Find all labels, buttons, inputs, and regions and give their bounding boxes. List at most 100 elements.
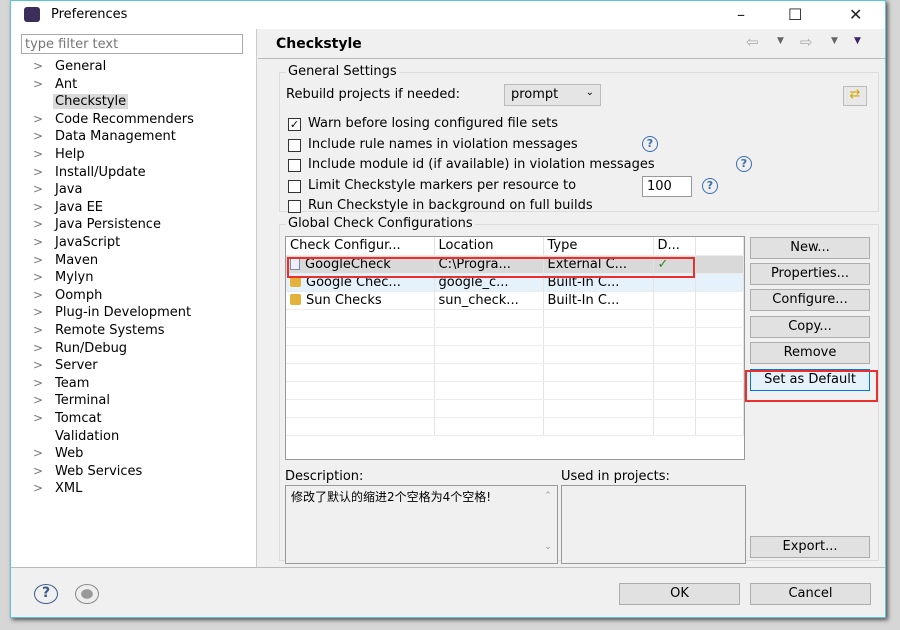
tree-item-help[interactable]: > Help xyxy=(11,147,251,164)
tree-item-xml[interactable]: > XML xyxy=(11,481,251,498)
tree-item-web[interactable]: > Web xyxy=(11,446,251,463)
cell-type: Built-In C... xyxy=(543,291,654,310)
chevron-right-icon[interactable]: > xyxy=(33,288,43,302)
option-label[interactable]: Include rule names in violation messages xyxy=(308,137,578,152)
configure-button[interactable]: Configure... xyxy=(750,289,870,311)
chevron-right-icon[interactable]: > xyxy=(33,165,43,179)
chevron-right-icon[interactable]: > xyxy=(33,77,43,91)
chevron-right-icon[interactable]: > xyxy=(33,464,43,478)
minimize-button[interactable]: – xyxy=(737,5,745,24)
tree-item-label: Oomph xyxy=(55,287,103,303)
chevron-right-icon[interactable]: > xyxy=(33,323,43,337)
description-box[interactable]: 修改了默认的缩进2个空格为4个空格! ⌃ ⌄ xyxy=(285,485,558,564)
option-checkbox[interactable] xyxy=(288,138,301,152)
tree-item-team[interactable]: > Team xyxy=(11,376,251,393)
tree-item-code-recommenders[interactable]: > Code Recommenders xyxy=(11,112,251,129)
option-label[interactable]: Include module id (if available) in viol… xyxy=(308,157,655,172)
help-icon[interactable]: ? xyxy=(34,584,58,604)
back-arrow-icon[interactable]: ⇦ xyxy=(746,33,759,51)
tree-item-ant[interactable]: > Ant xyxy=(11,77,251,94)
tree-item-oomph[interactable]: > Oomph xyxy=(11,288,251,305)
chevron-right-icon[interactable]: > xyxy=(33,182,43,196)
chevron-right-icon[interactable]: > xyxy=(33,59,43,73)
tree-item-install-update[interactable]: > Install/Update xyxy=(11,165,251,182)
tree-item-java-ee[interactable]: > Java EE xyxy=(11,200,251,217)
limit-markers-input[interactable] xyxy=(642,176,692,197)
chevron-right-icon[interactable]: > xyxy=(33,393,43,407)
tree-item-maven[interactable]: > Maven xyxy=(11,253,251,270)
option-label[interactable]: Run Checkstyle in background on full bui… xyxy=(308,198,593,213)
column-header[interactable]: Type xyxy=(543,237,654,256)
chevron-right-icon[interactable]: > xyxy=(33,200,43,214)
chevron-right-icon[interactable]: > xyxy=(33,217,43,231)
tree-item-checkstyle[interactable]: Checkstyle xyxy=(11,94,251,111)
scrollbar[interactable]: ⌃ ⌄ xyxy=(541,488,555,561)
chevron-right-icon[interactable]: > xyxy=(33,358,43,372)
view-menu-icon[interactable]: ▼ xyxy=(854,36,861,46)
forward-dropdown-icon[interactable]: ▼ xyxy=(831,36,838,46)
properties-button[interactable]: Properties... xyxy=(750,263,870,285)
tree-item-tomcat[interactable]: > Tomcat xyxy=(11,411,251,428)
chevron-right-icon[interactable]: > xyxy=(33,481,43,495)
tree-item-web-services[interactable]: > Web Services xyxy=(11,464,251,481)
ok-button[interactable]: OK xyxy=(619,583,740,605)
help-icon-module-id[interactable]: ? xyxy=(736,156,752,172)
column-header[interactable]: Location xyxy=(434,237,544,256)
help-icon-rule-names[interactable]: ? xyxy=(642,136,658,152)
remove-button[interactable]: Remove xyxy=(750,342,870,364)
tree-item-label: Help xyxy=(55,147,85,162)
selected-row-highlight xyxy=(287,257,695,278)
export-button[interactable]: Export... xyxy=(750,536,870,558)
tree-item-server[interactable]: > Server xyxy=(11,358,251,375)
new-button[interactable]: New... xyxy=(750,237,870,259)
forward-arrow-icon[interactable]: ⇨ xyxy=(800,33,813,51)
option-checkbox[interactable]: ✓ xyxy=(288,118,301,131)
option-checkbox[interactable] xyxy=(288,179,301,193)
config-table[interactable]: Check Configur... Location Type D... Google… xyxy=(285,236,745,460)
tree-item-terminal[interactable]: > Terminal xyxy=(11,393,251,410)
option-checkbox[interactable] xyxy=(288,159,301,172)
chevron-right-icon[interactable]: > xyxy=(33,235,43,249)
cell-filler xyxy=(695,291,744,310)
chevron-right-icon[interactable]: > xyxy=(33,253,43,267)
option-checkbox[interactable] xyxy=(288,200,301,213)
help-icon-limit[interactable]: ? xyxy=(702,178,718,194)
cancel-button[interactable]: Cancel xyxy=(750,583,871,605)
tree-item-validation[interactable]: Validation xyxy=(11,429,251,446)
record-icon[interactable] xyxy=(75,584,99,604)
chevron-right-icon[interactable]: > xyxy=(33,270,43,284)
option-label[interactable]: Warn before losing configured file sets xyxy=(308,116,558,131)
tree-item-data-management[interactable]: > Data Management xyxy=(11,129,251,146)
tree-item-plug-in-development[interactable]: > Plug-in Development xyxy=(11,305,251,322)
tree-item-general[interactable]: > General xyxy=(11,59,251,76)
window-title: Preferences xyxy=(51,7,128,22)
tree-item-java[interactable]: > Java xyxy=(11,182,251,199)
chevron-right-icon[interactable]: > xyxy=(33,129,43,143)
chevron-right-icon[interactable]: > xyxy=(33,112,43,126)
tree-item-java-persistence[interactable]: > Java Persistence xyxy=(11,217,251,234)
tree-item-mylyn[interactable]: > Mylyn xyxy=(11,270,251,287)
chevron-right-icon[interactable]: > xyxy=(33,446,43,460)
back-dropdown-icon[interactable]: ▼ xyxy=(777,36,784,46)
table-row[interactable]: Sun Checks sun_check... Built-In C... xyxy=(286,291,744,310)
column-header[interactable]: D... xyxy=(653,237,696,256)
tree-item-run-debug[interactable]: > Run/Debug xyxy=(11,341,251,358)
refresh-icon[interactable]: ⇄ xyxy=(843,86,867,106)
maximize-button[interactable]: ☐ xyxy=(788,5,802,24)
chevron-right-icon[interactable]: > xyxy=(33,411,43,425)
tree-item-label: Ant xyxy=(55,76,78,92)
chevron-right-icon[interactable]: > xyxy=(33,376,43,390)
option-label[interactable]: Limit Checkstyle markers per resource to xyxy=(308,178,576,193)
chevron-right-icon[interactable]: > xyxy=(33,341,43,355)
tree-item-javascript[interactable]: > JavaScript xyxy=(11,235,251,252)
column-header[interactable]: Check Configur... xyxy=(286,237,435,256)
tree-item-label: XML xyxy=(55,481,83,497)
chevron-right-icon[interactable]: > xyxy=(33,305,43,319)
tree-item-remote-systems[interactable]: > Remote Systems xyxy=(11,323,251,340)
lock-icon xyxy=(290,293,301,305)
close-button[interactable]: ✕ xyxy=(849,5,862,24)
chevron-right-icon[interactable]: > xyxy=(33,147,43,161)
copy-button[interactable]: Copy... xyxy=(750,316,870,338)
rebuild-select[interactable]: prompt ⌄ xyxy=(504,84,601,106)
filter-input[interactable] xyxy=(21,34,243,54)
